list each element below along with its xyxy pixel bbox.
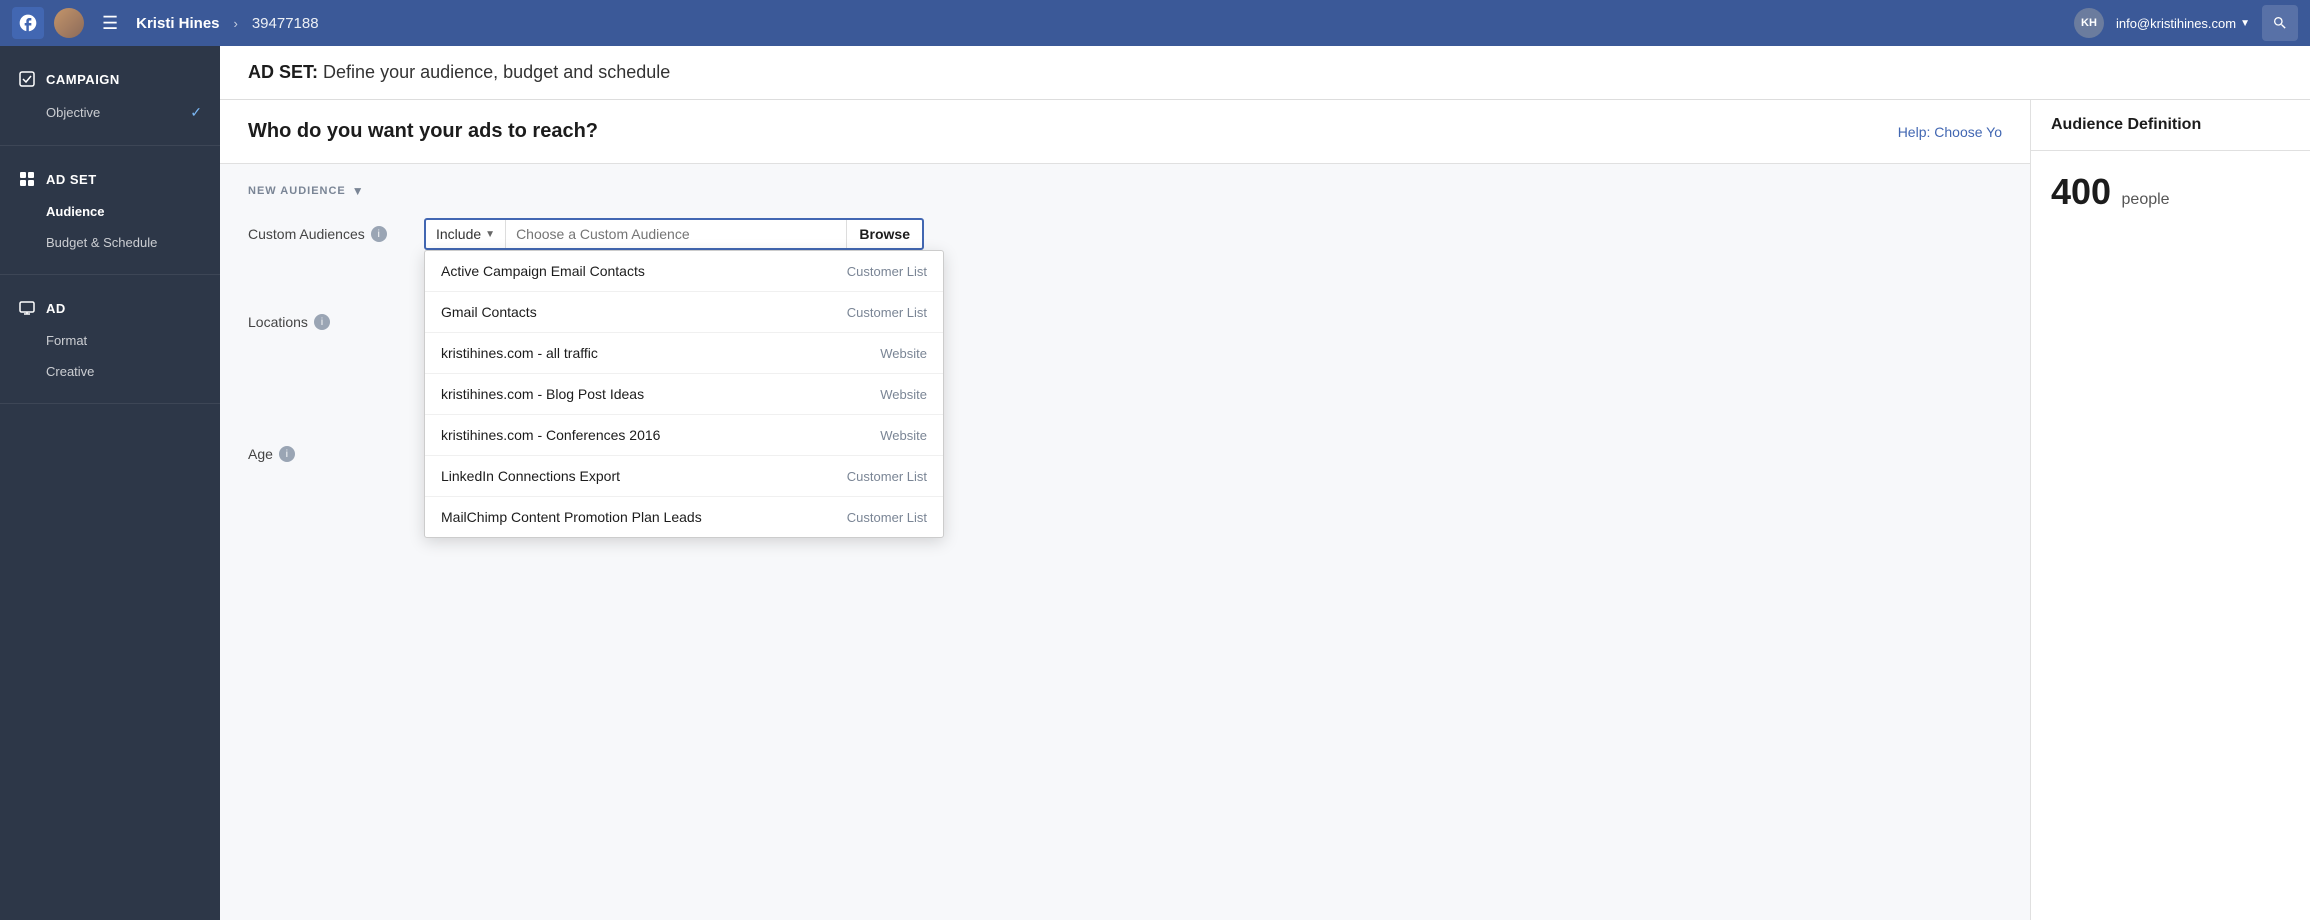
dropdown-item-3[interactable]: kristihines.com - Blog Post Ideas Websit… [425,374,943,415]
ad-set-bold: AD SET: [248,62,318,82]
facebook-logo-icon [12,7,44,39]
objective-check-icon: ✓ [190,104,202,121]
dropdown-item-0[interactable]: Active Campaign Email Contacts Customer … [425,251,943,292]
user-name: Kristi Hines [136,15,219,32]
dropdown-item-type-2: Website [880,346,927,361]
new-audience-chevron-icon[interactable]: ▼ [352,184,364,198]
audience-count: 400 [2051,171,2111,212]
dropdown-item-name-6: MailChimp Content Promotion Plan Leads [441,509,702,525]
dropdown-item-name-5: LinkedIn Connections Export [441,468,620,484]
adset-section-header: AD SET [0,162,220,196]
age-info-icon[interactable]: i [279,446,295,462]
dropdown-item-type-6: Customer List [847,510,927,525]
right-panel: Audience Definition 400 people [2030,100,2310,920]
help-link[interactable]: Help: Choose Yo [1898,124,2002,140]
audience-count-display: 400 people [2051,171,2290,213]
dropdown-item-type-4: Website [880,428,927,443]
page-header-title: AD SET: Define your audience, budget and… [248,62,2282,83]
top-navigation: ☰ Kristi Hines › 39477188 KH info@kristi… [0,0,2310,46]
sidebar: CAMPAIGN Objective ✓ AD SET Audience Bud… [0,46,220,920]
dropdown-item-name-1: Gmail Contacts [441,304,537,320]
new-audience-label: NEW AUDIENCE [248,185,346,197]
campaign-checkbox-icon [18,70,36,88]
audience-area: NEW AUDIENCE ▼ Custom Audiences i Inc [220,164,2030,920]
custom-audience-input: Include ▼ Browse [424,218,924,250]
user-email-text: info@kristihines.com [2116,16,2236,31]
browse-button[interactable]: Browse [846,220,922,248]
dropdown-item-6[interactable]: MailChimp Content Promotion Plan Leads C… [425,497,943,537]
campaign-label: CAMPAIGN [46,72,120,87]
adset-grid-icon [18,170,36,188]
audience-definition-body: 400 people [2031,151,2310,233]
audience-text-input[interactable] [506,220,846,248]
dropdown-item-4[interactable]: kristihines.com - Conferences 2016 Websi… [425,415,943,456]
locations-label: Locations i [248,306,408,330]
adset-label: AD SET [46,172,97,187]
sidebar-item-objective[interactable]: Objective ✓ [0,96,220,129]
sidebar-item-format[interactable]: Format [0,325,220,356]
dropdown-item-type-3: Website [880,387,927,402]
breadcrumb-arrow-icon: › [234,16,238,31]
include-dropdown[interactable]: Include ▼ [426,220,506,248]
who-title: Who do you want your ads to reach? [248,120,598,143]
campaign-section: CAMPAIGN Objective ✓ [0,46,220,146]
audience-definition-header: Audience Definition [2031,100,2310,151]
adset-section: AD SET Audience Budget & Schedule [0,146,220,275]
dropdown-item-name-2: kristihines.com - all traffic [441,345,598,361]
dropdown-item-1[interactable]: Gmail Contacts Customer List [425,292,943,333]
include-label: Include [436,226,481,242]
audience-count-unit: people [2122,191,2170,208]
new-audience-bar: NEW AUDIENCE ▼ [248,184,2002,198]
dropdown-item-type-1: Customer List [847,305,927,320]
topnav-right-section: KH info@kristihines.com ▼ [2074,5,2298,41]
locations-info-icon[interactable]: i [314,314,330,330]
page-header: AD SET: Define your audience, budget and… [220,46,2310,100]
email-dropdown-chevron-icon: ▼ [2240,18,2250,29]
us-form-spacer [248,354,408,362]
ad-monitor-icon [18,299,36,317]
custom-audiences-label: Custom Audiences i [248,218,408,242]
user-initials-badge: KH [2074,8,2104,38]
header-subtitle: Define your audience, budget and schedul… [323,62,670,82]
sidebar-item-creative[interactable]: Creative [0,356,220,387]
dropdown-item-name-4: kristihines.com - Conferences 2016 [441,427,660,443]
sidebar-item-audience[interactable]: Audience [0,196,220,227]
dropdown-item-2[interactable]: kristihines.com - all traffic Website [425,333,943,374]
dropdown-item-name-3: kristihines.com - Blog Post Ideas [441,386,644,402]
dropdown-item-name-0: Active Campaign Email Contacts [441,263,645,279]
content-area: AD SET: Define your audience, budget and… [220,46,2310,920]
audience-dropdown-menu: Active Campaign Email Contacts Customer … [424,250,944,538]
include-chevron-icon: ▼ [485,229,495,240]
custom-audiences-info-icon[interactable]: i [371,226,387,242]
dropdown-item-type-0: Customer List [847,264,927,279]
sidebar-item-budget-schedule[interactable]: Budget & Schedule [0,227,220,258]
search-button[interactable] [2262,5,2298,41]
campaign-section-header: CAMPAIGN [0,62,220,96]
user-email-dropdown[interactable]: info@kristihines.com ▼ [2116,16,2250,31]
ad-section: AD Format Creative [0,275,220,404]
who-section: Who do you want your ads to reach? Help:… [220,100,2030,164]
dropdown-item-5[interactable]: LinkedIn Connections Export Customer Lis… [425,456,943,497]
ad-label: AD [46,301,66,316]
account-id: 39477188 [252,15,319,32]
dropdown-item-type-5: Customer List [847,469,927,484]
hamburger-menu-icon[interactable]: ☰ [94,9,126,38]
ad-section-header: AD [0,291,220,325]
user-avatar [54,8,84,38]
custom-audiences-dropdown-container: Include ▼ Browse Active Campaign Email C… [424,218,924,250]
custom-audiences-row: Custom Audiences i Include ▼ Browse [248,218,2002,250]
age-label: Age i [248,438,408,462]
